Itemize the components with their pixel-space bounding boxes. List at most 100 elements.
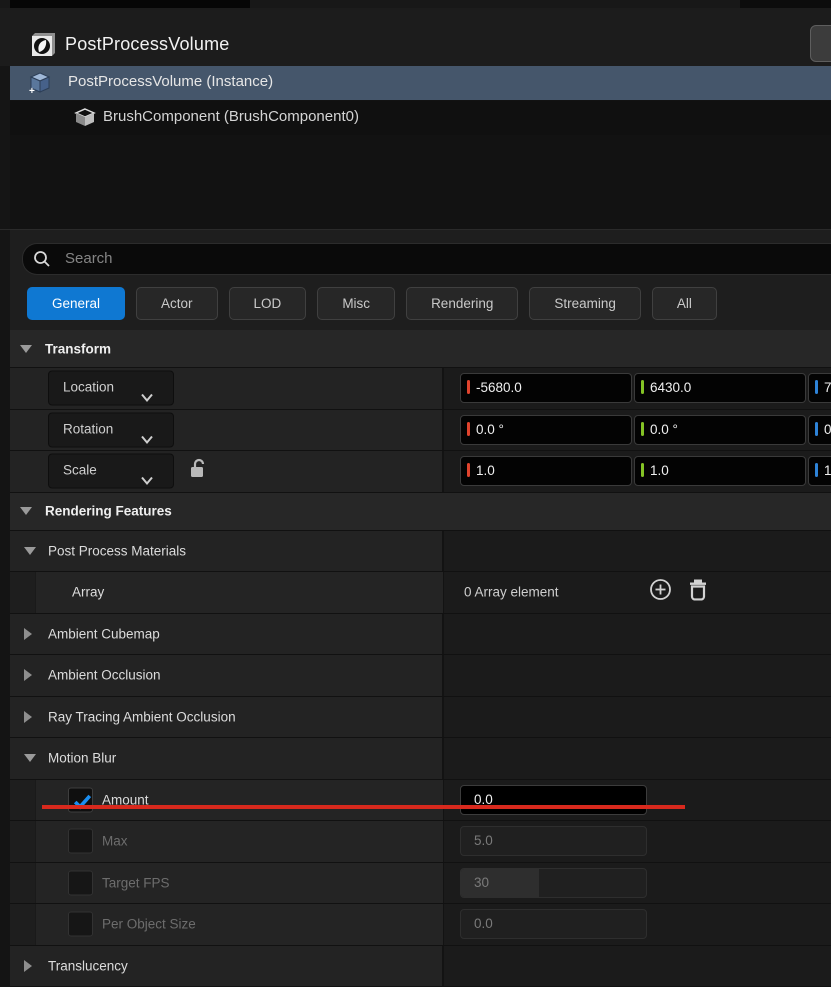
value-column: 5.0 <box>442 821 831 862</box>
property-row-target-fps[interactable]: 30Target FPS <box>10 863 831 905</box>
chevron-collapsed-icon[interactable] <box>24 960 32 972</box>
property-row-ambient-occlusion[interactable]: Ambient Occlusion <box>10 655 831 697</box>
property-row-translucency[interactable]: Translucency <box>10 946 831 987</box>
filter-tab-label: All <box>677 296 692 311</box>
filter-tab-streaming[interactable]: Streaming <box>529 287 641 320</box>
component-tree: + PostProcessVolume (Instance) BrushComp… <box>0 66 831 230</box>
left-gutter <box>0 230 10 330</box>
filter-tab-misc[interactable]: Misc <box>317 287 395 320</box>
numeric-field-per-object-size[interactable]: 0.0 <box>460 909 647 939</box>
axis-color-bar-z <box>815 422 818 436</box>
value-column <box>442 738 831 779</box>
value-column: -5680.0 6430.0 79 <box>442 368 831 409</box>
filter-tab-rendering[interactable]: Rendering <box>406 287 518 320</box>
dropdown-label: Location <box>63 380 114 395</box>
tab-strip-right <box>740 0 831 8</box>
property-row-array[interactable]: 0 Array element Array <box>10 572 831 614</box>
property-row-amount[interactable]: 0.0Amount <box>10 780 831 822</box>
axis-dropdown-location[interactable]: Location <box>48 371 174 406</box>
add-button-partial[interactable] <box>810 25 831 62</box>
value-column: 0 Array element <box>442 572 831 613</box>
field-value: 79 <box>824 380 831 395</box>
axis-color-bar-z <box>815 380 818 394</box>
property-row-per-object-size[interactable]: 0.0Per Object Size <box>10 904 831 946</box>
checkbox-unchecked[interactable] <box>68 870 93 895</box>
filter-tab-label: Rendering <box>431 296 493 311</box>
page-title: PostProcessVolume <box>65 34 229 55</box>
search-input[interactable]: Search <box>22 243 831 275</box>
filter-tab-label: Actor <box>161 296 193 311</box>
tree-item-brushcomponent[interactable]: BrushComponent (BrushComponent0) <box>10 101 831 135</box>
field-value: 0.0 ° <box>650 422 678 437</box>
axis-dropdown-scale[interactable]: Scale <box>48 454 174 489</box>
filter-tab-label: General <box>52 296 100 311</box>
checkbox-unchecked[interactable] <box>68 912 93 937</box>
tree-item-postprocessvolume-instance[interactable]: + PostProcessVolume (Instance) <box>10 66 831 100</box>
tab-strip <box>0 0 831 8</box>
category-label: Ray Tracing Ambient Occlusion <box>48 709 236 724</box>
numeric-field-amount[interactable]: 0.0 <box>460 785 647 815</box>
vector-field-x[interactable]: 0.0 ° <box>460 415 632 445</box>
numeric-field-target-fps[interactable]: 30 <box>460 868 647 898</box>
vector-field-z[interactable]: 79 <box>808 373 831 403</box>
field-value: 6430.0 <box>650 380 691 395</box>
vector-field-y[interactable]: 1.0 <box>634 456 806 486</box>
vector-field-y[interactable]: 6430.0 <box>634 373 806 403</box>
filter-tab-actor[interactable]: Actor <box>136 287 218 320</box>
property-row-max[interactable]: 5.0 Max <box>10 821 831 863</box>
delete-elements-icon[interactable] <box>688 579 708 606</box>
unlocked-icon[interactable] <box>190 458 207 484</box>
property-row-ray-tracing-ambient-occlusion[interactable]: Ray Tracing Ambient Occlusion <box>10 697 831 739</box>
value-column <box>442 946 831 987</box>
title-bar: PostProcessVolume <box>0 8 831 67</box>
dropdown-label: Scale <box>63 463 97 478</box>
vector-field-z[interactable]: 0.0 <box>808 415 831 445</box>
section-header-rendering-features[interactable]: Rendering Features <box>10 493 831 531</box>
vector-field-x[interactable]: -5680.0 <box>460 373 632 403</box>
field-value: 30 <box>474 875 489 890</box>
property-row-post-process-materials[interactable]: Post Process Materials <box>10 531 831 573</box>
search-icon <box>32 249 52 269</box>
property-label: Max <box>102 834 128 849</box>
chevron-expanded-icon[interactable] <box>24 547 36 555</box>
add-element-icon[interactable] <box>649 578 672 606</box>
property-row-scale[interactable]: 1.01.01.0Scale <box>10 451 831 493</box>
property-row-motion-blur[interactable]: Motion Blur <box>10 738 831 780</box>
value-column: 0.0 ° 0.0 ° 0.0 <box>442 410 831 451</box>
svg-text:+: + <box>29 86 35 95</box>
chevron-collapsed-icon[interactable] <box>24 669 32 681</box>
property-row-ambient-cubemap[interactable]: Ambient Cubemap <box>10 614 831 656</box>
property-row-rotation[interactable]: 0.0 ° 0.0 ° 0.0 Rotation <box>10 410 831 452</box>
row-inset <box>35 863 443 904</box>
active-tab-edge[interactable] <box>10 0 250 8</box>
array-label: Array <box>72 585 104 600</box>
vector-field-z[interactable]: 1.0 <box>808 456 831 486</box>
chevron-expanded-icon <box>20 507 32 515</box>
filter-tab-all[interactable]: All <box>652 287 717 320</box>
filter-tab-label: Misc <box>342 296 370 311</box>
left-gutter <box>0 66 10 229</box>
category-label: Motion Blur <box>48 751 116 766</box>
vector-field-x[interactable]: 1.0 <box>460 456 632 486</box>
left-gutter <box>0 330 10 987</box>
row-inset <box>35 821 443 862</box>
red-underline-annotation <box>42 805 685 809</box>
row-inset <box>35 780 443 821</box>
filter-tab-general[interactable]: General <box>27 287 125 320</box>
chevron-collapsed-icon[interactable] <box>24 711 32 723</box>
checkbox-unchecked[interactable] <box>68 829 93 854</box>
vector-field-y[interactable]: 0.0 ° <box>634 415 806 445</box>
chevron-expanded-icon[interactable] <box>24 754 36 762</box>
axis-dropdown-rotation[interactable]: Rotation <box>48 412 174 447</box>
row-inset <box>35 904 443 945</box>
value-column: 0.0 <box>442 780 831 821</box>
filter-tab-lod[interactable]: LOD <box>229 287 307 320</box>
section-header-transform[interactable]: Transform <box>10 330 831 368</box>
axis-color-bar-x <box>467 463 470 477</box>
axis-color-bar-y <box>641 380 644 394</box>
property-row-location[interactable]: -5680.0 6430.0 79 Location <box>10 368 831 410</box>
field-value: 0.0 <box>824 422 831 437</box>
numeric-field-max[interactable]: 5.0 <box>460 826 647 856</box>
chevron-collapsed-icon[interactable] <box>24 628 32 640</box>
category-label: Translucency <box>48 958 128 973</box>
